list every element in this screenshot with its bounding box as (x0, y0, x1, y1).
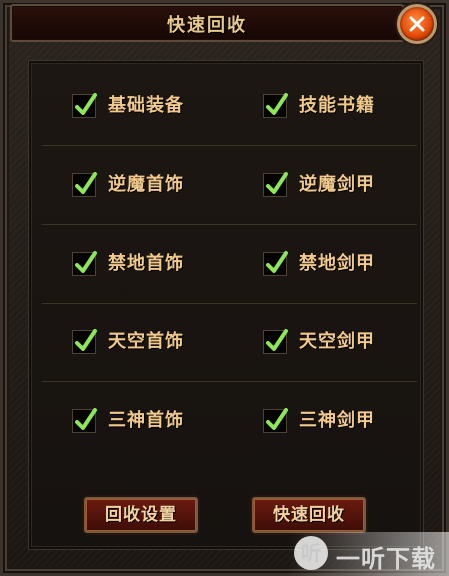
option-label: 基础装备 (108, 95, 184, 116)
option-label: 天空剑甲 (299, 331, 375, 352)
option-row: 三神首饰 三神剑甲 (42, 383, 417, 461)
checkmark-icon (266, 329, 288, 351)
option-row: 禁地首饰 禁地剑甲 (42, 226, 417, 304)
checkmark-icon (266, 172, 288, 194)
close-button[interactable] (397, 4, 437, 44)
recycle-settings-button[interactable]: 回收设置 (84, 497, 198, 533)
checkmark-icon (75, 408, 97, 430)
quick-recycle-button[interactable]: 快速回收 (252, 497, 366, 533)
option-three-gods-sword-armor[interactable]: 三神剑甲 (263, 383, 448, 461)
watermark-logo-icon: 听 (294, 536, 328, 570)
option-nimo-sword-armor[interactable]: 逆魔剑甲 (263, 147, 448, 225)
window-title: 快速回收 (167, 15, 247, 36)
checkbox[interactable] (72, 329, 97, 354)
option-basic-equipment[interactable]: 基础装备 (72, 68, 257, 146)
checkmark-icon (266, 408, 288, 430)
checkmark-icon (266, 93, 288, 115)
checkbox[interactable] (72, 408, 97, 433)
option-row: 逆魔首饰 逆魔剑甲 (42, 147, 417, 225)
option-row: 基础装备 技能书籍 (42, 68, 417, 146)
option-forbidden-sword-armor[interactable]: 禁地剑甲 (263, 226, 448, 304)
checkbox[interactable] (263, 408, 288, 433)
close-icon (409, 16, 425, 32)
option-nimo-jewelry[interactable]: 逆魔首饰 (72, 147, 257, 225)
checkbox[interactable] (263, 93, 288, 118)
row-divider (42, 224, 417, 225)
checkmark-icon (266, 251, 288, 273)
option-forbidden-jewelry[interactable]: 禁地首饰 (72, 226, 257, 304)
option-label: 技能书籍 (299, 95, 375, 116)
option-three-gods-jewelry[interactable]: 三神首饰 (72, 383, 257, 461)
option-sky-jewelry[interactable]: 天空首饰 (72, 304, 257, 382)
checkbox[interactable] (72, 251, 97, 276)
option-sky-sword-armor[interactable]: 天空剑甲 (263, 304, 448, 382)
checkbox[interactable] (263, 329, 288, 354)
option-label: 禁地剑甲 (299, 253, 375, 274)
option-label: 三神首饰 (108, 410, 184, 431)
checkmark-icon (75, 251, 97, 273)
option-label: 禁地首饰 (108, 253, 184, 274)
option-row: 天空首饰 天空剑甲 (42, 304, 417, 382)
checkbox[interactable] (72, 93, 97, 118)
option-label: 逆魔剑甲 (299, 174, 375, 195)
option-label: 天空首饰 (108, 331, 184, 352)
title-bar: 快速回收 (10, 4, 404, 42)
option-label: 逆魔首饰 (108, 174, 184, 195)
watermark: 听 一听下载 (288, 532, 449, 576)
checkbox[interactable] (263, 172, 288, 197)
row-divider (42, 145, 417, 146)
checkmark-icon (75, 329, 97, 351)
checkbox[interactable] (72, 172, 97, 197)
checkmark-icon (75, 172, 97, 194)
option-label: 三神剑甲 (299, 410, 375, 431)
checkmark-icon (75, 93, 97, 115)
checkbox[interactable] (263, 251, 288, 276)
row-divider (42, 381, 417, 382)
option-skill-books[interactable]: 技能书籍 (263, 68, 448, 146)
watermark-text: 一听下载 (336, 545, 436, 573)
